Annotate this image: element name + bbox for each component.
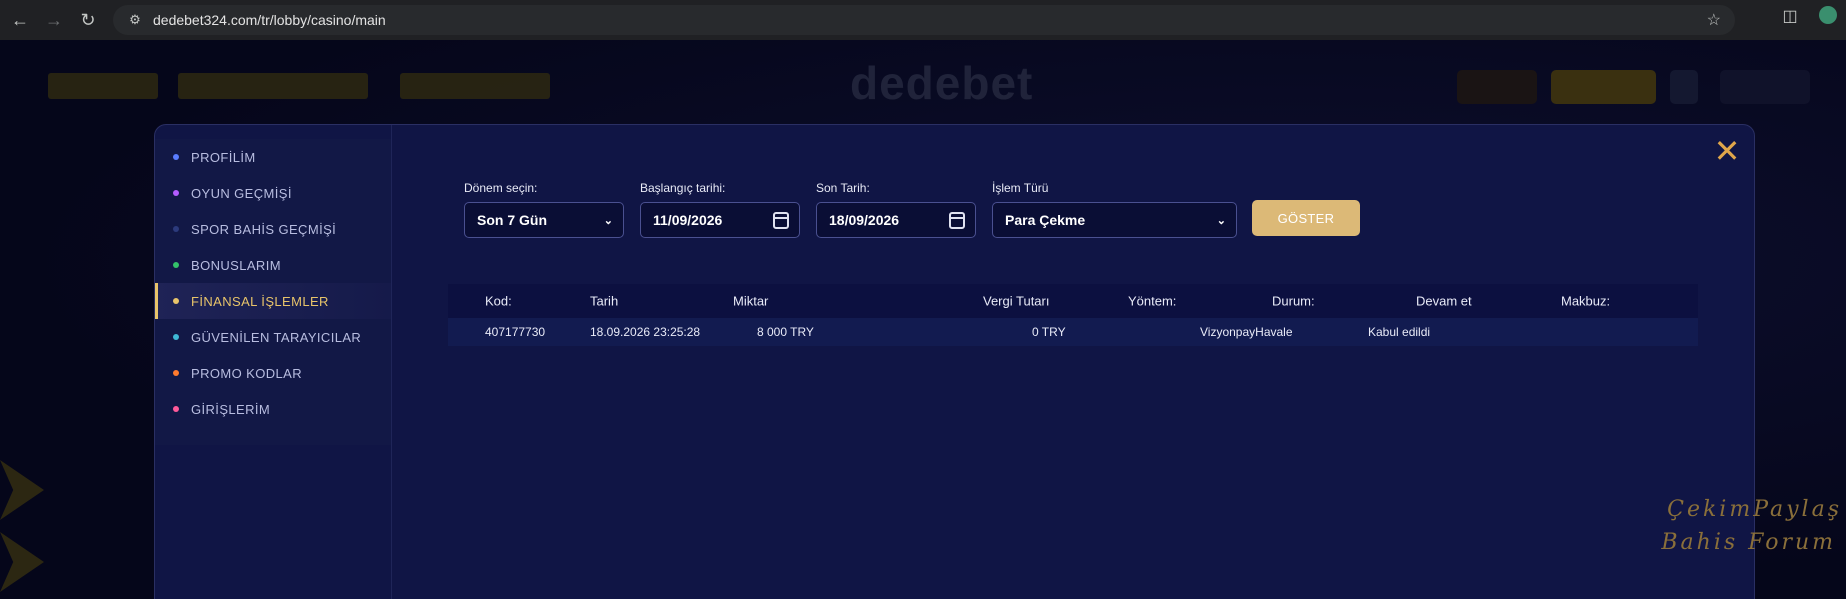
nav-sports: [48, 73, 158, 99]
site-header: dedebet: [0, 40, 1846, 136]
start-date-value: 11/09/2026: [653, 212, 723, 228]
deposit-button: [1551, 70, 1656, 104]
period-filter: Dönem seçin: Son 7 Gün ⌄: [464, 181, 624, 238]
bullet-icon: [173, 190, 179, 196]
balance-button: [1457, 70, 1537, 104]
bullet-icon: [173, 226, 179, 232]
sidebar-item-label: GİRİŞLERİM: [191, 401, 271, 417]
chevron-right-icon: [0, 460, 44, 520]
bullet-icon: [173, 406, 179, 412]
account-sidebar: PROFİLİM OYUN GEÇMİŞİ SPOR BAHİS GEÇMİŞİ…: [155, 139, 391, 445]
account-button: [1720, 70, 1810, 104]
header-yontem: Yöntem:: [1128, 293, 1177, 309]
chevron-right-icon: [0, 532, 44, 592]
forward-arrow-icon[interactable]: →: [40, 6, 68, 34]
show-button[interactable]: GÖSTER: [1252, 200, 1360, 236]
cell-tarih: 18.09.2026 23:25:28: [590, 325, 701, 339]
sidebar-item-bonuslarim[interactable]: BONUSLARIM: [155, 247, 391, 283]
header-devam-et: Devam et: [1416, 293, 1472, 309]
transactions-table: Kod: Tarih Miktar Vergi Tutarı Yöntem: D…: [448, 284, 1698, 346]
sidebar-item-label: OYUN GEÇMİŞİ: [191, 185, 292, 201]
start-date-input[interactable]: 11/09/2026: [640, 202, 800, 238]
sidebar-item-label: GÜVENİLEN TARAYICILAR: [191, 329, 362, 345]
sidebar-item-label: PROFİLİM: [191, 149, 256, 165]
sidebar-item-spor-bahis-gecmisi[interactable]: SPOR BAHİS GEÇMİŞİ: [155, 211, 391, 247]
period-value: Son 7 Gün: [477, 212, 547, 228]
mail-icon: [1670, 70, 1698, 104]
period-label: Dönem seçin:: [464, 181, 538, 195]
header-tarih: Tarih: [590, 293, 619, 309]
close-icon[interactable]: ✕: [1712, 135, 1742, 167]
sidebar-item-guvenilen-tarayicilar[interactable]: GÜVENİLEN TARAYICILAR: [155, 319, 391, 355]
end-date-value: 18/09/2026: [829, 212, 900, 228]
end-date-input[interactable]: 18/09/2026: [816, 202, 976, 238]
calendar-icon[interactable]: [773, 212, 789, 229]
bookmark-star-icon[interactable]: ☆: [1707, 10, 1721, 30]
header-kod: Kod:: [485, 293, 512, 309]
sidebar-item-label: FİNANSAL İŞLEMLER: [191, 293, 329, 309]
sidebar-item-profilim[interactable]: PROFİLİM: [155, 139, 391, 175]
bullet-icon: [173, 334, 179, 340]
header-vergi-tutari: Vergi Tutarı: [983, 293, 1050, 309]
watermark-line-1: ÇekimPaylaş: [1667, 497, 1842, 522]
end-date-label: Son Tarih:: [816, 181, 870, 195]
bullet-icon: [173, 262, 179, 268]
sidebar-divider: [391, 125, 392, 599]
sidebar-item-label: SPOR BAHİS GEÇMİŞİ: [191, 221, 337, 237]
cell-yontem: VizyonpayHavale: [1200, 325, 1293, 339]
nav-live: [178, 73, 368, 99]
header-durum: Durum:: [1272, 293, 1315, 309]
transaction-type-filter: İşlem Türü Para Çekme ⌄: [992, 181, 1237, 238]
site-info-icon[interactable]: ⚙: [121, 12, 149, 28]
cell-miktar: 8 000 TRY: [757, 325, 814, 339]
calendar-icon[interactable]: [949, 212, 965, 229]
bullet-icon: [173, 370, 179, 376]
sidebar-item-label: PROMO KODLAR: [191, 365, 302, 381]
transaction-type-label: İşlem Türü: [992, 181, 1049, 195]
nav-casino: [400, 73, 550, 99]
period-select[interactable]: Son 7 Gün ⌄: [464, 202, 624, 238]
cell-durum: Kabul edildi: [1368, 325, 1431, 339]
end-date-filter: Son Tarih: 18/09/2026: [816, 181, 976, 238]
transaction-type-select[interactable]: Para Çekme ⌄: [992, 202, 1237, 238]
sidebar-item-oyun-gecmisi[interactable]: OYUN GEÇMİŞİ: [155, 175, 391, 211]
sidebar-item-promo-kodlar[interactable]: PROMO KODLAR: [155, 355, 391, 391]
watermark-line-2: Bahis Forum: [1661, 530, 1836, 555]
cell-kod: 407177730: [485, 325, 546, 339]
chevron-down-icon: ⌄: [1216, 214, 1226, 227]
transaction-type-value: Para Çekme: [1005, 212, 1086, 228]
browser-toolbar: ← → ↻ ⚙ dedebet324.com/tr/lobby/casino/m…: [0, 0, 1846, 40]
browser-actions: ◫: [1780, 6, 1846, 29]
reload-icon[interactable]: ↻: [74, 6, 102, 34]
sidebar-item-finansal-islemler[interactable]: FİNANSAL İŞLEMLER: [155, 283, 391, 319]
chevron-down-icon: ⌄: [603, 214, 613, 227]
address-bar[interactable]: ⚙ dedebet324.com/tr/lobby/casino/main ☆: [113, 5, 1735, 35]
site-logo: dedebet: [850, 57, 1034, 109]
table-row: 407177730 18.09.2026 23:25:28 8 000 TRY …: [448, 318, 1698, 346]
url-text: dedebet324.com/tr/lobby/casino/main: [153, 12, 386, 28]
profile-avatar-icon[interactable]: [1818, 6, 1838, 29]
bullet-icon: [173, 298, 179, 304]
table-header-row: Kod: Tarih Miktar Vergi Tutarı Yöntem: D…: [448, 284, 1698, 318]
start-date-label: Başlangıç tarihi:: [640, 181, 726, 195]
back-arrow-icon[interactable]: ←: [6, 6, 34, 34]
header-miktar: Miktar: [733, 293, 769, 309]
sidebar-item-girislerim[interactable]: GİRİŞLERİM: [155, 391, 391, 427]
cell-vergi: 0 TRY: [1032, 325, 1066, 339]
extension-puzzle-icon[interactable]: ◫: [1780, 6, 1800, 29]
bullet-icon: [173, 154, 179, 160]
header-makbuz: Makbuz:: [1561, 293, 1611, 309]
start-date-filter: Başlangıç tarihi: 11/09/2026: [640, 181, 800, 238]
sidebar-item-label: BONUSLARIM: [191, 257, 281, 273]
